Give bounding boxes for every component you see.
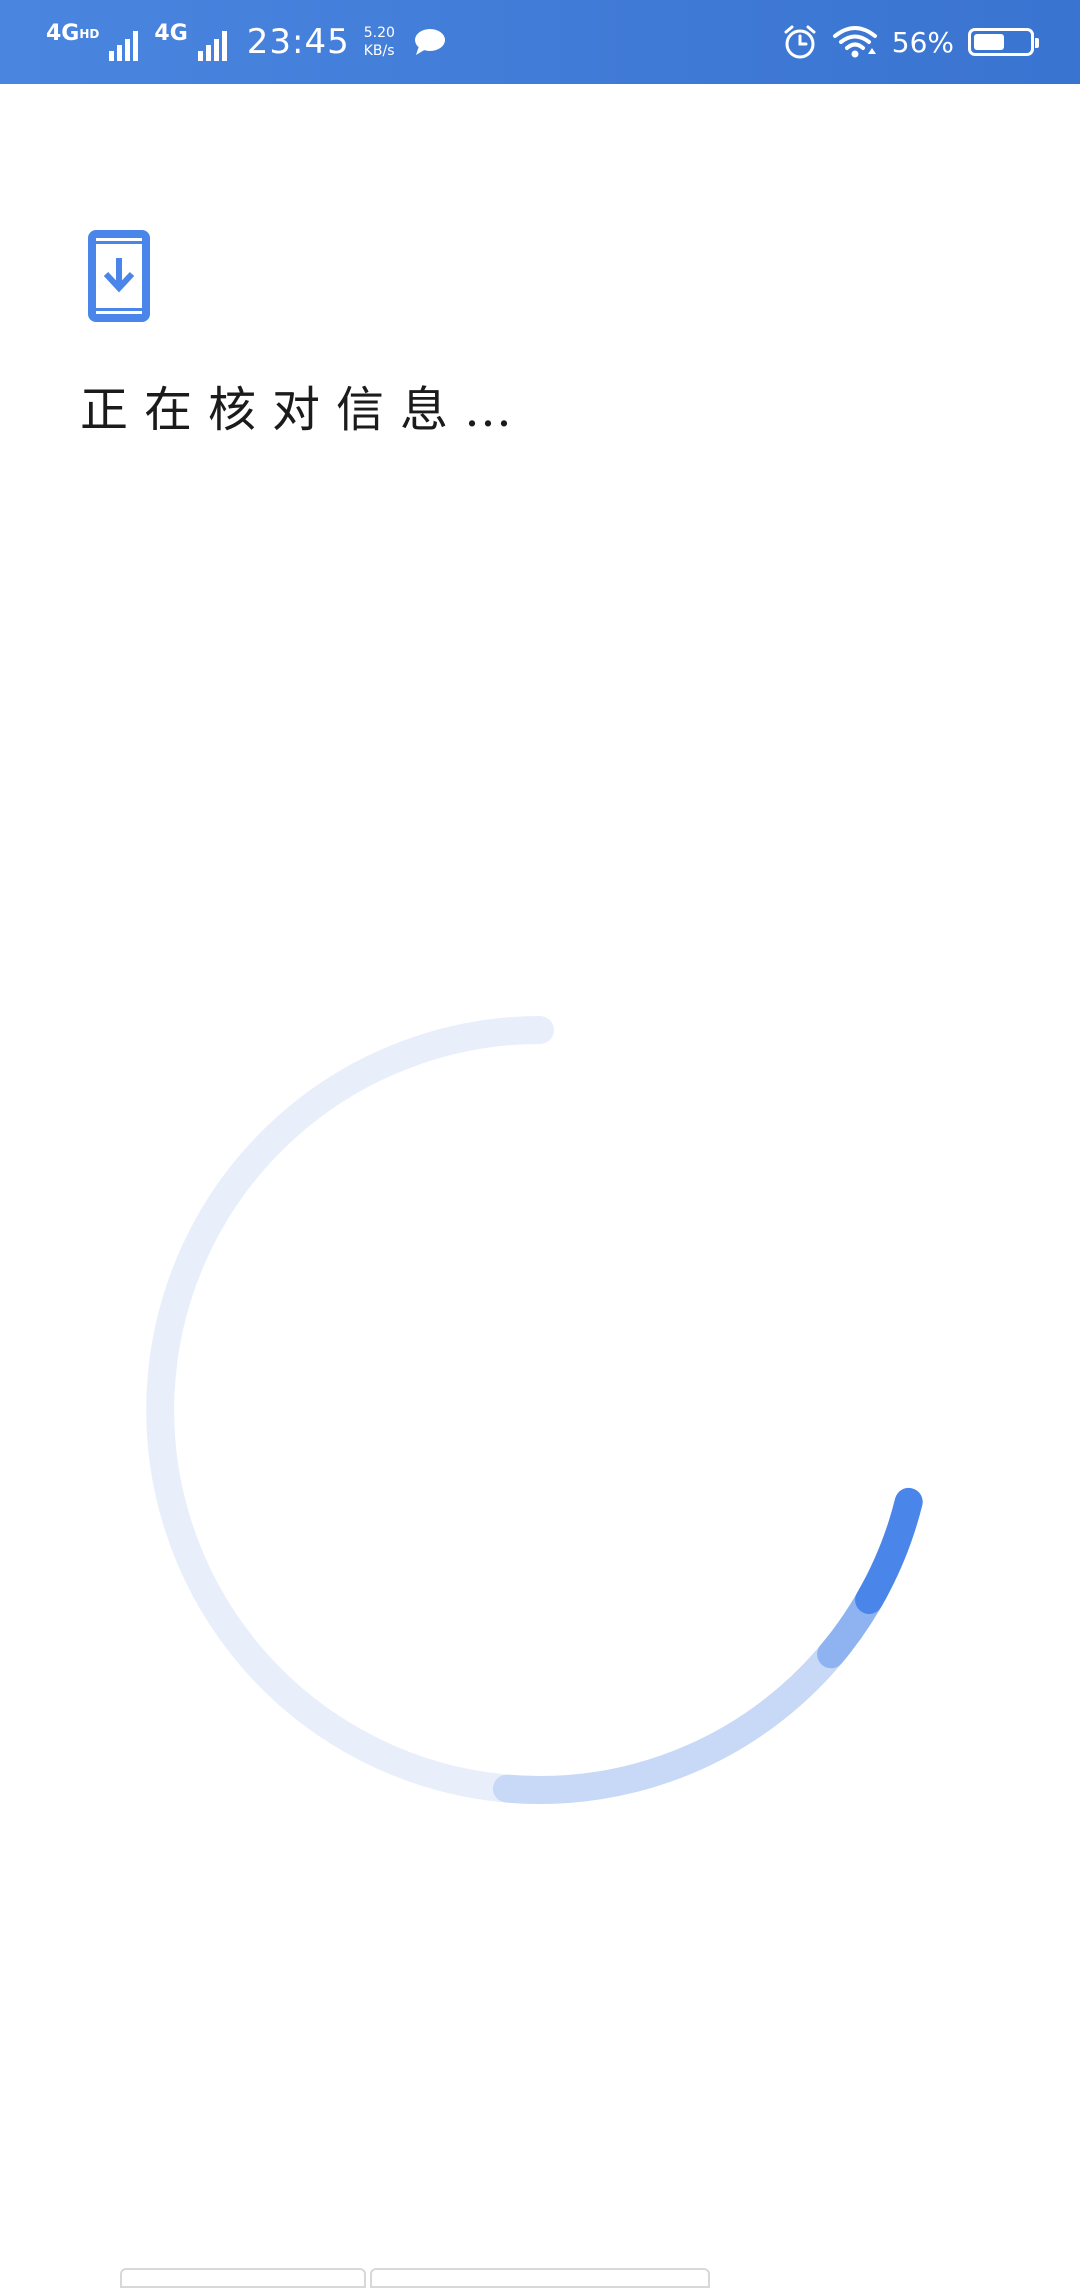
status-left: 4GHD 4G 23:45 5.20 KB/s (46, 14, 447, 70)
spinner-head (855, 1487, 923, 1614)
status-right: 56% (782, 14, 1039, 70)
network-2: 4G (154, 23, 187, 61)
signal-1-icon (109, 23, 139, 61)
wifi-icon (832, 26, 877, 58)
message-icon (414, 29, 445, 55)
bottom-tab-left[interactable] (120, 2268, 366, 2288)
clock: 23:45 (246, 22, 350, 62)
page-title: 正在核对信息… (80, 382, 529, 438)
network-2-label: 4G (154, 21, 188, 46)
spinner-tail (492, 1630, 854, 1805)
speed-value: 5.20 (363, 25, 395, 41)
signal-2-icon (197, 23, 227, 61)
network-speed: 5.20 KB/s (364, 24, 395, 60)
battery-percent: 56% (891, 25, 954, 59)
network-1: 4GHD (46, 23, 99, 61)
bottom-tab-right[interactable] (370, 2268, 710, 2288)
spinner-track (146, 1016, 554, 1802)
status-bar: 4GHD 4G 23:45 5.20 KB/s 56% (0, 0, 1080, 84)
loading-spinner (146, 1016, 923, 1805)
alarm-icon (784, 25, 816, 59)
speed-unit: KB/s (363, 43, 395, 59)
battery-fill (974, 34, 1004, 50)
network-1-label: 4GHD (46, 21, 100, 46)
battery-icon (968, 28, 1039, 56)
phone-download-icon (88, 230, 150, 322)
